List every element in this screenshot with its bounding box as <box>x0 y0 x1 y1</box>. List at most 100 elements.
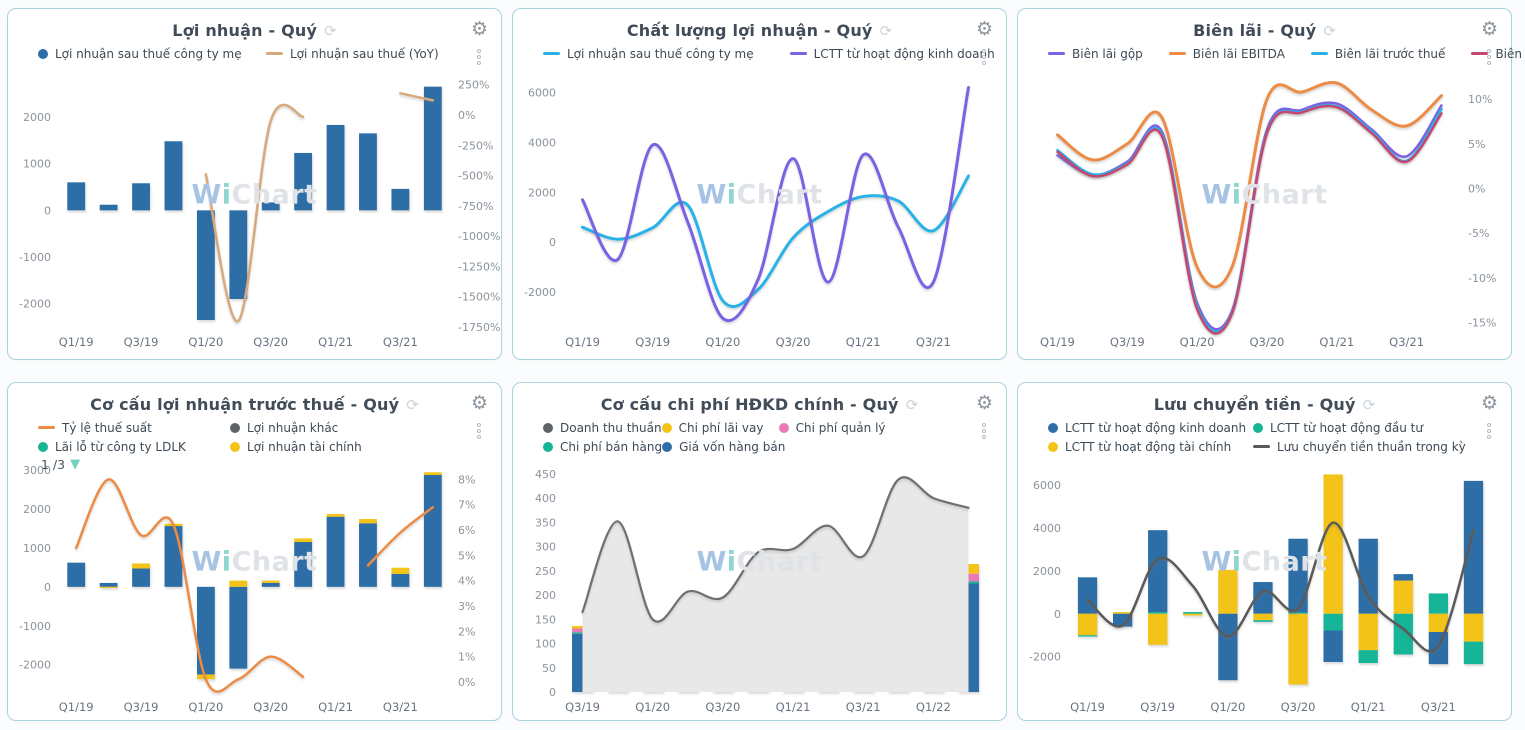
legend-item[interactable]: Biên lãi thuần <box>1471 47 1525 61</box>
svg-text:Q3/21: Q3/21 <box>1421 700 1456 714</box>
chart-header: Cơ cấu lợi nhuận trước thuế - Quý ⟳ <box>8 392 501 416</box>
chart-header: Lưu chuyển tiền - Quý ⟳ <box>1018 392 1511 416</box>
refresh-icon[interactable]: ⟳ <box>906 397 919 413</box>
legend-dot-marker <box>543 441 553 452</box>
legend-pager-arrow-icon[interactable]: ▼ <box>70 457 80 472</box>
legend-item-label: Lợi nhuận khác <box>247 420 339 435</box>
legend-item[interactable]: Lưu chuyển tiền thuần trong kỳ <box>1253 440 1466 454</box>
legend-item[interactable]: Lợi nhuận khác <box>230 421 422 435</box>
svg-text:Q3/20: Q3/20 <box>776 335 811 349</box>
legend-dot-marker <box>778 422 789 433</box>
kebab-menu-icon[interactable] <box>980 47 988 67</box>
refresh-icon[interactable]: ⟳ <box>1363 397 1376 413</box>
svg-text:-2000: -2000 <box>19 298 51 311</box>
legend-item[interactable]: Lợi nhuận sau thuế công ty mẹ <box>543 47 754 61</box>
refresh-icon[interactable]: ⟳ <box>406 397 419 413</box>
legend-item-label: LCTT từ hoạt động kinh doanh <box>813 46 995 61</box>
kebab-menu-icon[interactable] <box>475 47 483 67</box>
svg-text:200: 200 <box>535 589 556 602</box>
legend-item[interactable]: Chi phí lãi vay <box>661 421 779 435</box>
svg-text:5%: 5% <box>458 549 475 562</box>
svg-text:Q3/20: Q3/20 <box>1281 700 1316 714</box>
refresh-icon[interactable]: ⟳ <box>324 23 337 39</box>
svg-text:Q1/20: Q1/20 <box>188 335 223 349</box>
svg-text:Q3/19: Q3/19 <box>1140 700 1175 714</box>
legend-item[interactable]: Lợi nhuận tài chính <box>230 440 422 454</box>
legend-item[interactable]: Doanh thu thuần <box>543 421 662 435</box>
operating-costs-chart-canvas[interactable]: 450 400 350 300 250 200 150 100 50 0 Q3/19 Q1/20 Q3/… <box>513 458 1006 720</box>
chart-title: Lưu chuyển tiền - Quý <box>1153 394 1356 414</box>
legend-item[interactable]: LCTT từ hoạt động kinh doanh <box>1048 421 1253 435</box>
legend-item[interactable]: Lãi lỗ từ công ty LDLK <box>38 440 230 454</box>
chart-legend: Biên lãi gộp Biên lãi EBITDA Biên lãi trướ… <box>1018 44 1525 63</box>
svg-text:50: 50 <box>542 662 556 675</box>
dashboard-grid: Lợi nhuận - Quý ⟳ ⚙ Lợi nhuận sau thuế c… <box>0 0 1525 729</box>
refresh-icon[interactable]: ⟳ <box>880 23 893 39</box>
legend-pager[interactable]: 1 /3 ▼ <box>41 457 80 472</box>
kebab-menu-icon[interactable] <box>980 421 988 441</box>
gear-icon[interactable]: ⚙ <box>976 394 993 413</box>
svg-text:1%: 1% <box>458 651 475 664</box>
svg-text:Q3/20: Q3/20 <box>253 335 288 349</box>
chart-legend: Lợi nhuận sau thuế công ty mẹ LCTT từ hoạ… <box>513 44 1084 63</box>
svg-text:Q1/21: Q1/21 <box>846 335 881 349</box>
svg-text:0: 0 <box>44 581 51 594</box>
legend-item[interactable]: Biên lãi gộp <box>1048 47 1143 61</box>
kebab-menu-icon[interactable] <box>1485 421 1493 441</box>
svg-text:Q3/19: Q3/19 <box>635 335 670 349</box>
legend-item-label: Biên lãi EBITDA <box>1192 46 1285 61</box>
svg-text:0%: 0% <box>458 676 475 689</box>
margins-chart-canvas[interactable]: 10% 5% 0% -5% -10% -15% Q1/19 Q3/19 Q1/20 Q3/20 Q1… <box>1018 65 1511 355</box>
gear-icon[interactable]: ⚙ <box>1481 20 1498 39</box>
legend-dot-marker <box>1253 422 1263 433</box>
legend-item[interactable]: LCTT từ hoạt động kinh doanh <box>789 46 995 61</box>
legend-line-marker <box>1253 445 1270 448</box>
svg-text:0: 0 <box>44 204 51 217</box>
svg-text:Q1/19: Q1/19 <box>1070 700 1105 714</box>
legend-item-label: Biên lãi gộp <box>1072 46 1143 61</box>
chart-header: Chất lượng lợi nhuận - Quý ⟳ <box>513 18 1006 42</box>
legend-item[interactable]: Lợi nhuận sau thuế (YoY) <box>266 47 494 61</box>
kebab-menu-icon[interactable] <box>1485 47 1493 67</box>
legend-item[interactable]: Chi phí quản lý <box>778 421 896 435</box>
gear-icon[interactable]: ⚙ <box>976 20 993 39</box>
chart-controls: ⚙ <box>976 394 993 441</box>
gear-icon[interactable]: ⚙ <box>471 20 488 39</box>
svg-text:-250%: -250% <box>458 139 493 152</box>
legend-item-label: Lợi nhuận tài chính <box>247 439 362 454</box>
legend-item[interactable]: LCTT từ hoạt động đầu tư <box>1253 421 1458 435</box>
legend-line-marker <box>38 426 55 429</box>
pretax-profit-chart-canvas[interactable]: 3000200010000-1000-20008%7%6%5%4%3%2%1%0… <box>8 458 501 720</box>
legend-item[interactable]: LCTT từ hoạt động tài chính <box>1048 440 1253 454</box>
svg-text:Q1/20: Q1/20 <box>635 700 670 714</box>
legend-item[interactable]: Giá vốn hàng bán <box>662 440 785 454</box>
legend-item[interactable]: Tỷ lệ thuế suất <box>38 421 230 435</box>
chart-card-operating-costs: Cơ cấu chi phí HĐKD chính - Quý ⟳ ⚙ Doan… <box>512 382 1007 721</box>
chart-legend: Doanh thu thuần Chi phí lãi vay Chi phí qu… <box>513 418 1006 456</box>
svg-text:0%: 0% <box>458 109 475 122</box>
svg-text:Q3/21: Q3/21 <box>383 335 418 349</box>
gear-icon[interactable]: ⚙ <box>1481 394 1498 413</box>
svg-text:Q1/20: Q1/20 <box>188 700 223 714</box>
gear-icon[interactable]: ⚙ <box>471 394 488 413</box>
legend-line-marker <box>1048 52 1065 55</box>
legend-item[interactable]: Chi phí bán hàng <box>543 440 662 454</box>
profit-quality-chart-canvas[interactable]: 6000 4000 2000 0 -2000 Q1/19 Q3/19 Q1/20 Q3/20 Q1… <box>513 65 1006 355</box>
svg-text:Q3/21: Q3/21 <box>383 700 418 714</box>
chart-controls: ⚙ <box>1481 20 1498 67</box>
legend-item[interactable]: Biên lãi trước thuế <box>1310 47 1445 61</box>
svg-text:10%: 10% <box>1468 93 1492 106</box>
kebab-menu-icon[interactable] <box>475 421 483 441</box>
profit-chart-canvas[interactable]: 2000 1000 0 -1000 -2000 250% 0% -250% -500% -750%… <box>8 65 501 355</box>
svg-text:Q3/19: Q3/19 <box>124 335 159 349</box>
legend-item[interactable]: Lợi nhuận sau thuế công ty mẹ <box>38 47 266 61</box>
svg-text:0: 0 <box>1054 608 1061 621</box>
chart-title: Biên lãi - Quý <box>1193 20 1317 40</box>
svg-text:-2000: -2000 <box>524 286 556 299</box>
legend-dot-marker <box>230 441 240 452</box>
cash-flow-chart-canvas[interactable]: 6000 4000 2000 0 -2000 Q1/19 Q3/19 Q1/20 Q3/20 Q1… <box>1018 458 1511 720</box>
legend-item[interactable]: Biên lãi EBITDA <box>1168 46 1285 61</box>
svg-text:Q3/20: Q3/20 <box>705 700 740 714</box>
svg-text:2000: 2000 <box>528 186 556 199</box>
refresh-icon[interactable]: ⟳ <box>1323 23 1336 39</box>
